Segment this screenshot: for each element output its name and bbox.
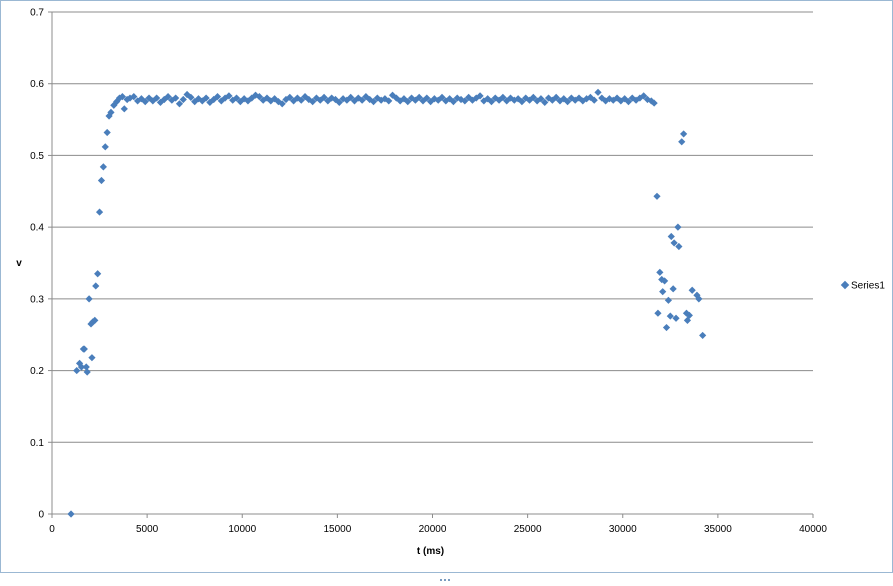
y-tick-label: 0.1 [30, 438, 44, 449]
y-tick-label: 0.3 [30, 294, 44, 305]
data-point [680, 130, 688, 138]
data-point [83, 368, 91, 376]
x-axis-title: t (ms) [417, 546, 444, 557]
scatter-chart: 0 0.1 0.2 0.3 0.4 0.5 0.6 0.7 0 5000 10000 15000 20… [16, 8, 885, 558]
data-point [120, 105, 128, 113]
data-point [654, 309, 662, 317]
data-point [103, 128, 111, 137]
data-point [662, 323, 671, 332]
data-point [659, 288, 667, 296]
y-tick-labels: 0 0.1 0.2 0.3 0.4 0.5 0.6 0.7 [30, 8, 52, 521]
y-tick-label: 0.4 [30, 223, 44, 234]
data-point [669, 285, 677, 293]
chart-resize-handle[interactable] [440, 568, 454, 581]
x-tick-labels: 0 5000 10000 15000 20000 25000 30000 35000 40000 [49, 514, 827, 535]
data-point [80, 345, 88, 353]
x-tick-label: 0 [49, 524, 55, 535]
x-tick-label: 10000 [228, 524, 256, 535]
legend: Series1 [840, 280, 885, 292]
data-point [67, 510, 75, 518]
data-point [688, 286, 696, 294]
x-tick-label: 40000 [799, 524, 827, 535]
data-points [67, 88, 707, 518]
x-tick-label: 35000 [704, 524, 732, 535]
data-point [699, 331, 707, 340]
gridlines [52, 11, 813, 443]
data-point [653, 192, 661, 200]
y-tick-label: 0.5 [30, 151, 44, 162]
data-point [664, 296, 673, 304]
data-point [678, 138, 686, 146]
data-point [92, 282, 100, 290]
data-point [674, 223, 682, 231]
data-point [656, 268, 664, 276]
data-point [97, 176, 106, 185]
y-tick-label: 0.6 [30, 79, 44, 90]
data-point [95, 208, 104, 216]
x-tick-label: 25000 [514, 524, 542, 535]
data-point [88, 354, 96, 362]
legend-marker [840, 280, 850, 290]
data-point [594, 88, 602, 96]
data-point [667, 232, 675, 241]
x-tick-label: 20000 [419, 524, 447, 535]
data-point [94, 270, 102, 278]
x-tick-label: 5000 [136, 524, 159, 535]
legend-entry-series1: Series1 [851, 281, 885, 292]
y-axis-title: v [16, 258, 22, 269]
y-tick-label: 0 [38, 510, 44, 521]
x-tick-label: 15000 [323, 524, 351, 535]
x-tick-label: 30000 [609, 524, 637, 535]
data-point [85, 295, 93, 303]
data-point [101, 143, 109, 151]
y-tick-label: 0.7 [30, 8, 44, 19]
axes [51, 12, 813, 515]
y-tick-label: 0.2 [30, 366, 44, 377]
data-point [99, 163, 107, 171]
